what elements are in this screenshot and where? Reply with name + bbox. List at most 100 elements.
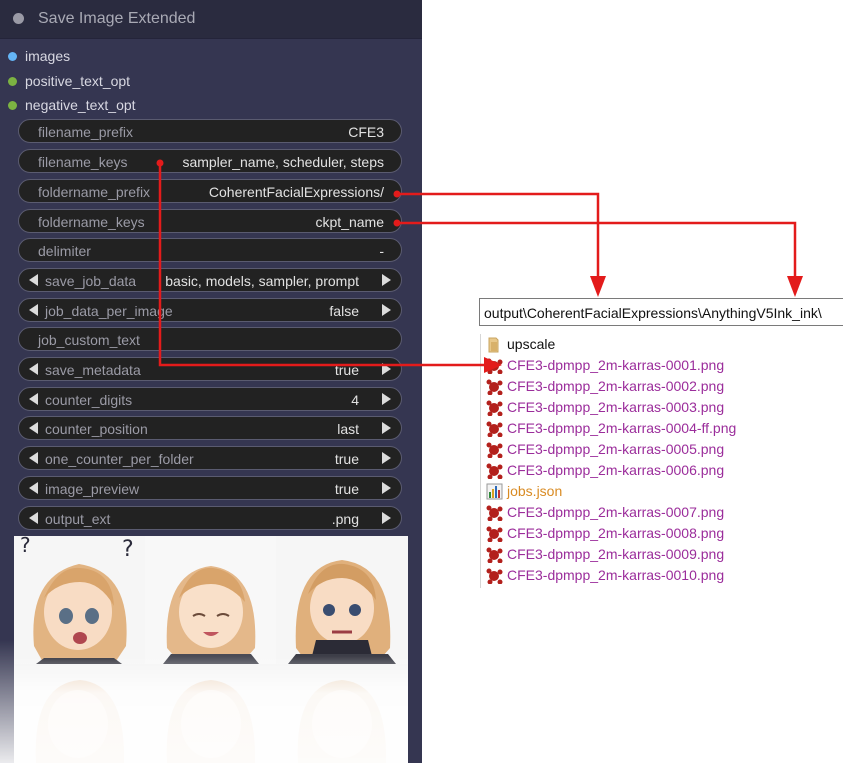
input-label: positive_text_opt [25, 73, 131, 89]
increment-arrow-icon[interactable] [382, 363, 391, 375]
collapse-dot-icon[interactable] [13, 13, 24, 24]
widget-label: foldername_keys [38, 214, 145, 230]
folder-icon [486, 336, 503, 353]
file-name: CFE3-dpmpp_2m-karras-0005.png [507, 441, 725, 457]
increment-arrow-icon[interactable] [382, 512, 391, 524]
widget-label: image_preview [45, 481, 140, 497]
png-file-icon [486, 462, 503, 479]
input-slot-icon[interactable] [8, 51, 17, 61]
face-thumbnail [145, 536, 276, 664]
file-item-png[interactable]: CFE3-dpmpp_2m-karras-0004-ff.png [486, 418, 736, 438]
widget-value: - [379, 243, 384, 259]
arrow-head [787, 276, 803, 297]
file-name: CFE3-dpmpp_2m-karras-0003.png [507, 399, 725, 415]
address-bar[interactable]: output\CoherentFacialExpressions\Anythin… [479, 298, 843, 326]
file-name: CFE3-dpmpp_2m-karras-0008.png [507, 525, 725, 541]
widget-delimiter[interactable]: delimiter - [18, 238, 402, 262]
decrement-arrow-icon[interactable] [29, 363, 38, 375]
node-title: Save Image Extended [38, 10, 196, 27]
input-positive-text-opt[interactable]: positive_text_opt [0, 71, 130, 91]
decrement-arrow-icon[interactable] [29, 512, 38, 524]
file-item-jobs-json[interactable]: jobs.json [486, 481, 562, 501]
widget-foldername-keys[interactable]: foldername_keys ckpt_name [18, 209, 402, 233]
increment-arrow-icon[interactable] [382, 452, 391, 464]
increment-arrow-icon[interactable] [382, 393, 391, 405]
widget-label: job_custom_text [38, 332, 140, 348]
widget-value: CFE3 [348, 124, 384, 140]
input-images[interactable]: images [0, 46, 70, 66]
svg-text:?: ? [20, 536, 31, 557]
widget-label: job_data_per_image [45, 303, 173, 319]
preview-fade-overlay [14, 656, 408, 763]
widget-filename-prefix[interactable]: filename_prefix CFE3 [18, 119, 402, 143]
arrow-foldername-keys [395, 221, 797, 276]
file-item-png[interactable]: CFE3-dpmpp_2m-karras-0001.png [486, 355, 724, 375]
file-item-png[interactable]: CFE3-dpmpp_2m-karras-0008.png [486, 523, 724, 543]
widget-output-ext[interactable]: output_ext .png [18, 506, 402, 530]
file-item-png[interactable]: CFE3-dpmpp_2m-karras-0006.png [486, 460, 724, 480]
file-item-png[interactable]: CFE3-dpmpp_2m-karras-0007.png [486, 502, 724, 522]
widget-label: counter_position [45, 421, 148, 437]
save-image-extended-node[interactable]: Save Image Extended images positive_text… [0, 0, 422, 763]
decrement-arrow-icon[interactable] [29, 422, 38, 434]
increment-arrow-icon[interactable] [382, 422, 391, 434]
decrement-arrow-icon[interactable] [29, 304, 38, 316]
input-label: negative_text_opt [25, 97, 136, 113]
widget-save-metadata[interactable]: save_metadata true [18, 357, 402, 381]
arrow-foldername-prefix [395, 192, 600, 276]
panel-fade [0, 640, 14, 763]
png-file-icon [486, 399, 503, 416]
widget-value: basic, models, sampler, prompt [165, 273, 359, 289]
widget-value: CoherentFacialExpressions/ [208, 184, 384, 200]
widget-job-custom-text[interactable]: job_custom_text [18, 327, 402, 351]
node-header[interactable]: Save Image Extended [0, 0, 422, 39]
file-name: CFE3-dpmpp_2m-karras-0001.png [507, 357, 725, 373]
file-item-png[interactable]: CFE3-dpmpp_2m-karras-0005.png [486, 439, 724, 459]
file-name: CFE3-dpmpp_2m-karras-0007.png [507, 504, 725, 520]
face-thumbnail [276, 536, 408, 664]
file-item-png[interactable]: CFE3-dpmpp_2m-karras-0002.png [486, 376, 724, 396]
widget-foldername-prefix[interactable]: foldername_prefix CoherentFacialExpressi… [18, 179, 402, 203]
widget-counter-position[interactable]: counter_position last [18, 416, 402, 440]
png-file-icon [486, 525, 503, 542]
widget-filename-keys[interactable]: filename_keys sampler_name, scheduler, s… [18, 149, 402, 173]
widget-save-job-data[interactable]: save_job_data basic, models, sampler, pr… [18, 268, 402, 292]
file-name: jobs.json [507, 483, 563, 499]
widget-image-preview[interactable]: image_preview true [18, 476, 402, 500]
file-item-png[interactable]: CFE3-dpmpp_2m-karras-0010.png [486, 565, 724, 585]
widget-label: save_metadata [45, 362, 141, 378]
file-item-png[interactable]: CFE3-dpmpp_2m-karras-0003.png [486, 397, 724, 417]
decrement-arrow-icon[interactable] [29, 452, 38, 464]
widget-label: one_counter_per_folder [45, 451, 194, 467]
widget-value: last [337, 421, 359, 437]
widget-label: filename_prefix [38, 124, 133, 140]
widget-label: filename_keys [38, 154, 128, 170]
png-file-icon [486, 357, 503, 374]
widget-value: true [334, 451, 359, 467]
input-negative-text-opt[interactable]: negative_text_opt [0, 95, 136, 115]
arrow-head [590, 276, 606, 297]
widget-label: foldername_prefix [38, 184, 151, 200]
address-path: output\CoherentFacialExpressions\Anythin… [484, 305, 822, 321]
increment-arrow-icon[interactable] [382, 304, 391, 316]
decrement-arrow-icon[interactable] [29, 274, 38, 286]
widget-counter-digits[interactable]: counter_digits 4 [18, 387, 402, 411]
png-file-icon [486, 504, 503, 521]
image-preview-grid[interactable]: ? ? [14, 536, 408, 763]
widget-label: delimiter [38, 243, 91, 259]
decrement-arrow-icon[interactable] [29, 393, 38, 405]
input-slot-icon[interactable] [8, 100, 17, 110]
widget-job-data-per-image[interactable]: job_data_per_image false [18, 298, 402, 322]
widget-value: ckpt_name [315, 214, 384, 230]
file-item-png[interactable]: CFE3-dpmpp_2m-karras-0009.png [486, 544, 724, 564]
increment-arrow-icon[interactable] [382, 274, 391, 286]
file-name: CFE3-dpmpp_2m-karras-0002.png [507, 378, 725, 394]
png-file-icon [486, 546, 503, 563]
widget-value: false [329, 303, 359, 319]
widget-one-counter-per-folder[interactable]: one_counter_per_folder true [18, 446, 402, 470]
input-slot-icon[interactable] [8, 76, 17, 86]
file-item-upscale[interactable]: upscale [486, 334, 555, 354]
widget-label: counter_digits [45, 392, 133, 408]
increment-arrow-icon[interactable] [382, 482, 391, 494]
decrement-arrow-icon[interactable] [29, 482, 38, 494]
